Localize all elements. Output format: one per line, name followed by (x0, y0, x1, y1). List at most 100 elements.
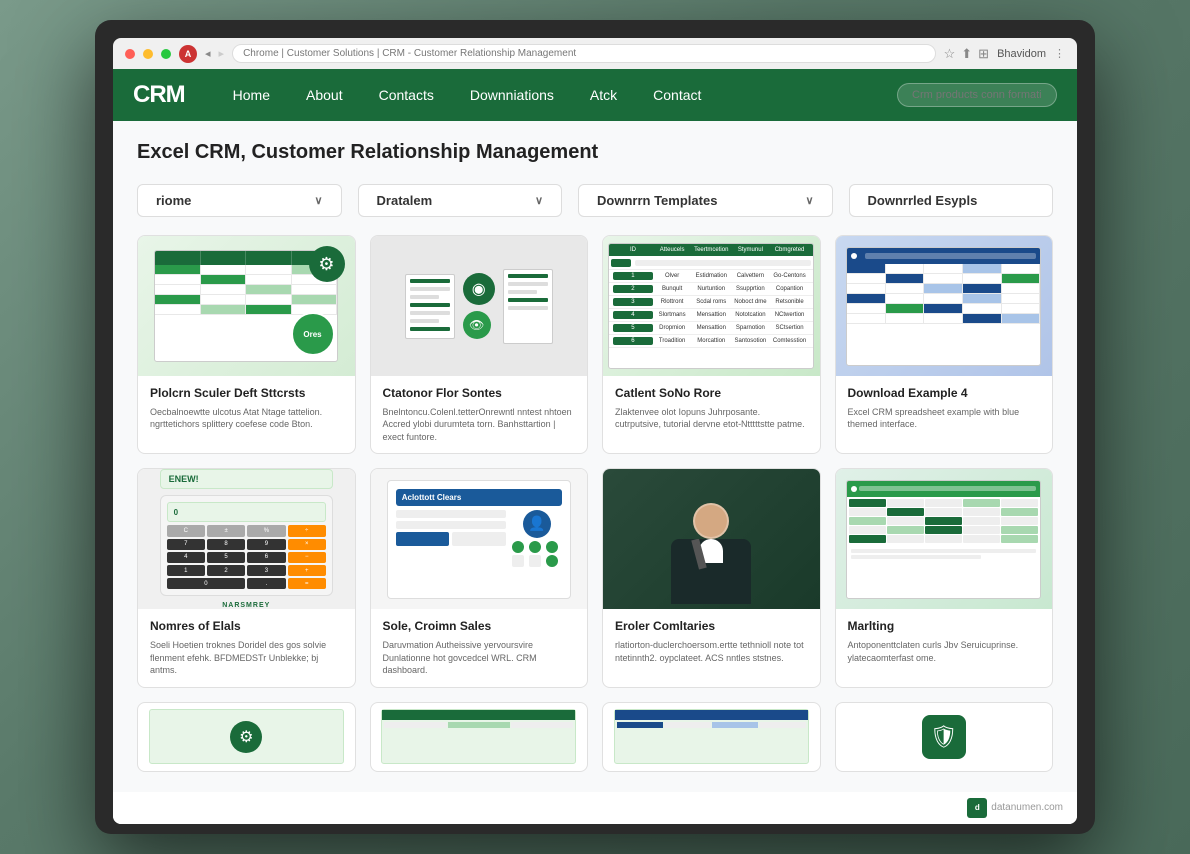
nav-link-contacts[interactable]: Contacts (361, 69, 452, 121)
card-calculator[interactable]: ENEW! 0 C ± % ÷ 7 8 9 (137, 468, 356, 687)
share-icon[interactable]: ⬆ (961, 46, 972, 62)
card-title-5: Nomres of Elals (150, 619, 343, 635)
card-blue-spreadsheet[interactable]: Download Example 4 Excel CRM spreadsheet… (835, 235, 1054, 454)
table-row: 5 Dropmion Mensattion Sparnotion SCtsert… (609, 322, 813, 335)
card-person[interactable]: Eroler Comltaries rlatiorton-duclerchoer… (602, 468, 821, 687)
cell: Retsonible (770, 298, 809, 306)
address-bar[interactable]: Chrome | Customer Solutions | CRM - Cust… (232, 44, 936, 63)
card-title-3: Catlent SoNo Rore (615, 386, 808, 402)
calc-btn: 8 (207, 539, 245, 550)
cell: 6 (613, 337, 652, 345)
nav-link-contact[interactable]: Contact (635, 69, 719, 121)
card-desc-6: Daruvmation Autheissive yervoursvire Dun… (383, 639, 576, 677)
cell (246, 265, 292, 274)
card-data-table[interactable]: ID Atteucels Teertmcetion Stymunul Cbmgr… (602, 235, 821, 454)
nav-links: Home About Contacts Downniations Atck Co… (215, 69, 897, 121)
radio-icon (512, 541, 524, 553)
card-marketing[interactable]: Marlting Antoponenttclaten curls Jbv Ser… (835, 468, 1054, 687)
cell (246, 285, 292, 294)
table-row: 1 Olver Estidmation Calvettern Go-Centon… (609, 270, 813, 283)
cell (924, 304, 963, 313)
window-minimize-dot[interactable] (143, 49, 153, 59)
spreadsheet-row (155, 295, 337, 305)
card-image-8 (836, 469, 1053, 609)
cell: Scdal roms (692, 298, 731, 306)
bottom-card-3[interactable] (602, 702, 821, 772)
tab-templates[interactable]: Downrrn Templates ∨ (578, 184, 832, 217)
browser-logo-icon: A (179, 45, 197, 63)
bottom-row: ⚙ (137, 702, 1053, 772)
bottom-card-img-2 (381, 709, 576, 764)
card-image-6: Aclottott Clears (371, 469, 588, 609)
nav-link-atck[interactable]: Atck (572, 69, 635, 121)
window-close-dot[interactable] (125, 49, 135, 59)
blue-header (847, 248, 1040, 264)
bookmark-icon[interactable]: ☆ (944, 46, 956, 62)
marketing-cell (1001, 508, 1038, 516)
card-desc-3: Zlaktenvee olot Iopuns Juhrposante. cutr… (615, 406, 808, 431)
header-cell (201, 251, 247, 265)
marketing-cell (963, 517, 1000, 525)
extension-icon[interactable]: ⊞ (978, 46, 989, 62)
tab-dratalem[interactable]: Dratalem ∨ (358, 184, 563, 217)
cell (886, 294, 925, 303)
browser-back-icon[interactable]: ◂ (205, 47, 211, 60)
browser-forward-icon[interactable]: ▸ (219, 47, 225, 60)
blue-spreadsheet-mock (846, 247, 1041, 366)
cell (511, 722, 573, 728)
card-image-2: ◉ 👁 (371, 236, 588, 376)
card-desc-8: Antoponenttclaten curls Jbv Seruicuprins… (848, 639, 1041, 664)
cell (924, 294, 963, 303)
cell (963, 294, 1002, 303)
search-bar-mock (635, 260, 811, 266)
browser-profile[interactable]: Bhavidom (997, 48, 1046, 60)
tab-examples[interactable]: Downrrled Esypls (849, 184, 1054, 217)
blue-table-row (847, 264, 1040, 274)
col-header: Stymunul (731, 247, 770, 253)
text-line (851, 555, 980, 559)
table-header: ID Atteucels Teertmcetion Stymunul Cbmgr… (609, 244, 813, 256)
bottom-card-1[interactable]: ⚙ (137, 702, 356, 772)
ui-header: Aclottott Clears (396, 489, 562, 506)
ui-right: 👤 (512, 510, 562, 590)
card-image-3: ID Atteucels Teertmcetion Stymunul Cbmgr… (603, 236, 820, 376)
cell (246, 295, 292, 304)
doc-line (410, 319, 439, 323)
browser-menu-icon[interactable]: ⋮ (1054, 47, 1065, 60)
nav-search-input[interactable] (897, 83, 1057, 107)
card-ui-controls[interactable]: Aclottott Clears (370, 468, 589, 687)
card-spreadsheet-1[interactable]: ⚙ Ores Plolcrn Sculer Deft Sttcrsts Oecb… (137, 235, 356, 454)
browser-content: CRM Home About Contacts Downniations Atc… (113, 69, 1077, 824)
cell: Dropmion (653, 324, 692, 332)
nav-link-about[interactable]: About (288, 69, 361, 121)
card-body-6: Sole, Croimn Sales Daruvmation Autheissi… (371, 609, 588, 686)
cell (712, 722, 758, 728)
chevron-down-icon: ∨ (805, 194, 813, 207)
cell: NCtwertion (770, 311, 809, 319)
doc-line (410, 279, 450, 283)
cell: Sparnotion (731, 324, 770, 332)
cell (886, 264, 925, 273)
nav-link-home[interactable]: Home (215, 69, 288, 121)
radio-icon (529, 541, 541, 553)
marketing-cell (887, 526, 924, 534)
marketing-cell (1001, 517, 1038, 525)
card-docs[interactable]: ◉ 👁 Ct (370, 235, 589, 454)
ui-field (396, 521, 506, 529)
bottom-card-2[interactable] (370, 702, 589, 772)
calc-btn: 7 (167, 539, 205, 550)
card-desc-1: Oecbalnoewtte ulcotus Atat Ntage tatteli… (150, 406, 343, 431)
cell (201, 265, 247, 274)
tab-examples-label: Downrrled Esypls (868, 193, 978, 208)
cell: Copantion (770, 285, 809, 293)
card-desc-2: Bnelntoncu.Colenl.tetterOnrewntl nntest … (383, 406, 576, 444)
blue-table-row (847, 314, 1040, 324)
nav-logo[interactable]: CRM (133, 81, 185, 109)
window-maximize-dot[interactable] (161, 49, 171, 59)
nav-link-downniations[interactable]: Downniations (452, 69, 572, 121)
bottom-card-4[interactable]: 🛡 (835, 702, 1054, 772)
calc-btn: % (247, 525, 285, 536)
cell (384, 722, 446, 728)
radio-icon (546, 541, 558, 553)
tab-riome[interactable]: riome ∨ (137, 184, 342, 217)
